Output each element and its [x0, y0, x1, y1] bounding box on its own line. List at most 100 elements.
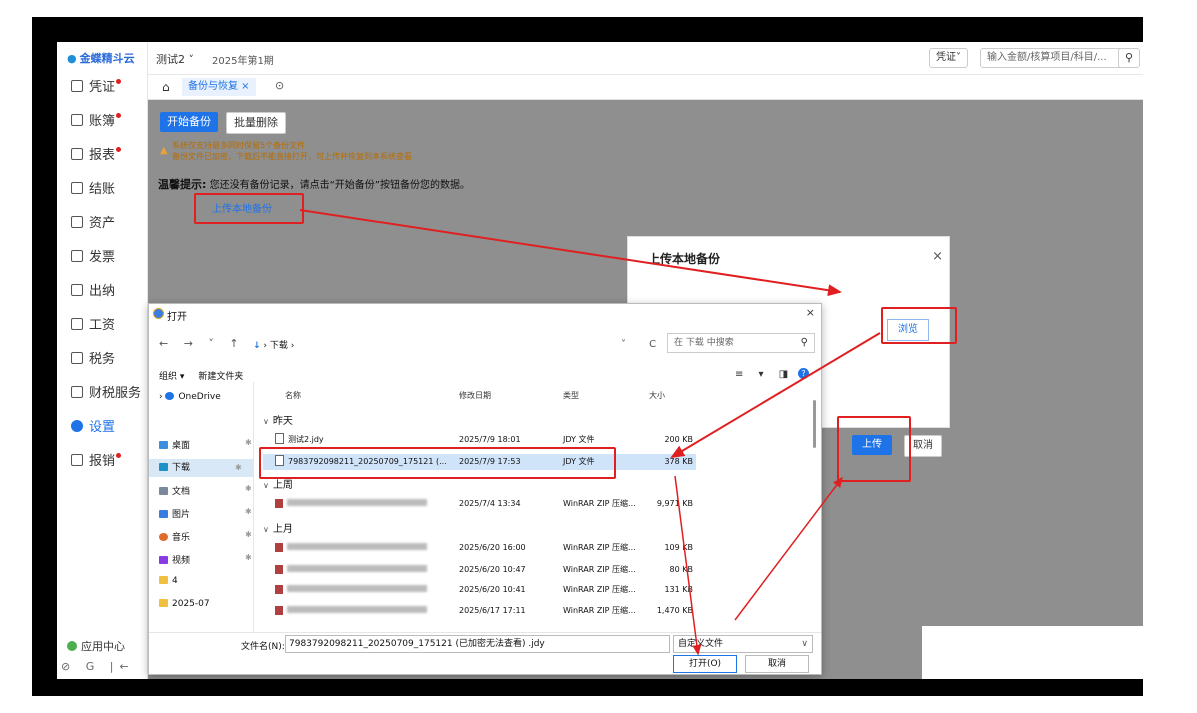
blurred-filename — [287, 585, 427, 592]
upload-dialog-title: 上传本地备份 — [648, 252, 721, 266]
browse-button[interactable]: 浏览 — [887, 319, 929, 341]
blurred-filename — [287, 565, 427, 572]
account-selector[interactable]: 测试2 ˅ — [156, 51, 194, 67]
group-last-month[interactable]: ∨ 上月 — [263, 520, 293, 535]
invoice-icon — [71, 250, 83, 262]
file-list: 名称 修改日期 类型 大小 ∨ 昨天 测试2.jdy 2025/7/9 18:01… — [255, 382, 815, 632]
notification-dot — [116, 147, 122, 152]
navigation-pane: › OneDrive 桌面 ✱ 下载 ✱ 文档 ✱ 图片 ✱ 音乐 ✱ 视频 ✱ 4 202… — [149, 382, 254, 632]
sidebar-item-ledger[interactable]: 账簿 — [71, 112, 122, 132]
chevron-down-icon: ∨ — [801, 639, 808, 649]
column-date[interactable]: 修改日期 — [459, 390, 491, 401]
warning-icon: ▲ — [160, 145, 168, 156]
filename-input[interactable]: 7983792098211_20250709_175121 (已加密无法查看) … — [285, 635, 670, 653]
backup-notice: ▲ 系统仅支持最多同时保留5个备份文件 备份文件已加密，下载后不能直接打开，可上… — [160, 140, 412, 162]
chevron-down-icon: ∨ — [263, 481, 269, 490]
view-options[interactable]: ≡ ▾ ◨ — [735, 369, 794, 380]
global-search-input[interactable]: 输入金额/核算项目/科目/... — [980, 48, 1128, 68]
notification-dot — [116, 79, 122, 84]
tab-backup-restore[interactable]: 备份与恢复 × — [182, 78, 256, 96]
voucher-dropdown[interactable]: 凭证˅ — [929, 48, 968, 68]
sidebar-item-documents[interactable]: 文档 ✱ — [159, 484, 252, 497]
sidebar-item-voucher[interactable]: 凭证 — [71, 78, 122, 98]
sidebar-item-folder-4[interactable]: 4 — [159, 576, 178, 586]
column-size[interactable]: 大小 — [649, 390, 665, 401]
file-row[interactable]: 测试2.jdy 2025/7/9 18:01 JDY 文件 200 KB — [263, 432, 696, 448]
sidebar: ● 金蝶精斗云 凭证 账簿 报表 结账 资产 发票 出纳 工资 税务 财税服务 设… — [57, 42, 148, 679]
assets-icon — [71, 216, 83, 228]
folder-search-input[interactable]: 在 下载 中搜索 ⚲ — [667, 333, 815, 353]
file-row[interactable]: 2025/6/17 17:11 WinRAR ZIP 压缩... 1,470 K… — [263, 603, 696, 619]
cancel-button[interactable]: 取消 — [745, 655, 809, 673]
notification-dot — [116, 453, 122, 458]
sidebar-item-pictures[interactable]: 图片 ✱ — [159, 507, 252, 520]
salary-icon — [71, 318, 83, 330]
organize-menu[interactable]: 组织 ▾ — [159, 372, 184, 382]
file-toolbar: 组织 ▾ 新建文件夹 — [159, 369, 257, 382]
help-icon[interactable]: ? — [798, 368, 809, 379]
close-icon[interactable]: × — [932, 249, 943, 264]
scrollbar[interactable] — [813, 400, 816, 448]
cancel-button[interactable]: 取消 — [904, 435, 942, 457]
sidebar-item-closing[interactable]: 结账 — [71, 180, 115, 200]
refresh-icon[interactable]: ˅ C — [621, 339, 666, 350]
start-backup-button[interactable]: 开始备份 — [160, 112, 218, 132]
header-bar: 测试2 ˅ 2025年第1期 凭证˅ 输入金额/核算项目/科目/... ⚲ — [148, 42, 1143, 75]
upload-local-backup-link[interactable]: 上传本地备份 — [212, 200, 272, 215]
filename-label: 文件名(N): — [241, 642, 285, 652]
period-label[interactable]: 2025年第1期 — [212, 52, 274, 67]
cashier-icon — [71, 284, 83, 296]
upload-button[interactable]: 上传 — [852, 435, 892, 455]
sidebar-item-onedrive[interactable]: › OneDrive — [159, 392, 221, 402]
new-folder-button[interactable]: 新建文件夹 — [198, 372, 243, 382]
sidebar-item-reimburse[interactable]: 报销 — [71, 452, 122, 472]
chevron-down-icon: ∨ — [263, 417, 269, 426]
nav-arrows[interactable]: ← → ˅ ↑ — [159, 337, 245, 350]
sidebar-item-downloads[interactable]: 下载 ✱ — [149, 459, 253, 477]
pin-icon: ✱ — [235, 463, 242, 472]
sidebar-item-cashier[interactable]: 出纳 — [71, 282, 115, 302]
group-yesterday[interactable]: ∨ 昨天 — [263, 412, 293, 427]
app-center-icon — [67, 641, 77, 651]
file-row-selected[interactable]: 7983792098211_20250709_175121 (... 2025/… — [263, 454, 696, 470]
file-row[interactable]: 2025/7/4 13:34 WinRAR ZIP 压缩... 9,971 KB — [263, 496, 696, 512]
sidebar-item-invoice[interactable]: 发票 — [71, 248, 115, 268]
sidebar-item-tax-services[interactable]: 财税服务 — [71, 384, 141, 404]
search-icon: ⚲ — [800, 337, 808, 348]
sidebar-item-desktop[interactable]: 桌面 ✱ — [159, 438, 252, 451]
sidebar-tools[interactable]: ⊘ G |← — [61, 660, 135, 673]
chevron-down-icon: ∨ — [263, 525, 269, 534]
column-type[interactable]: 类型 — [563, 390, 579, 401]
voucher-icon — [71, 80, 83, 92]
sidebar-item-tax[interactable]: 税务 — [71, 350, 115, 370]
group-last-week[interactable]: ∨ 上周 — [263, 476, 293, 491]
open-button[interactable]: 打开(O) — [673, 655, 737, 673]
tab-menu-icon[interactable]: ⊙ — [275, 79, 284, 92]
reimburse-icon — [71, 454, 83, 466]
folder-icon — [159, 599, 168, 607]
tax-services-icon — [71, 386, 83, 398]
sidebar-item-reports[interactable]: 报表 — [71, 146, 122, 166]
sidebar-item-music[interactable]: 音乐 ✱ — [159, 530, 252, 543]
desktop-icon — [159, 441, 168, 449]
file-row[interactable]: 2025/6/20 10:41 WinRAR ZIP 压缩... 131 KB — [263, 582, 696, 598]
sidebar-item-folder-2025-07[interactable]: 2025-07 — [159, 599, 210, 609]
column-name[interactable]: 名称 — [285, 390, 301, 401]
close-icon[interactable]: × — [806, 306, 815, 319]
app-logo: ● 金蝶精斗云 — [67, 52, 135, 65]
sidebar-item-settings[interactable]: 设置 — [71, 418, 115, 438]
sidebar-item-salary[interactable]: 工资 — [71, 316, 115, 336]
zip-icon — [275, 606, 283, 615]
sidebar-item-assets[interactable]: 资产 — [71, 214, 115, 234]
sidebar-item-videos[interactable]: 视频 ✱ — [159, 553, 252, 566]
filetype-select[interactable]: 自定义文件 ∨ — [673, 635, 813, 653]
app-center-link[interactable]: 应用中心 — [67, 638, 125, 654]
pin-icon: ✱ — [245, 484, 252, 493]
file-row[interactable]: 2025/6/20 16:00 WinRAR ZIP 压缩... 109 KB — [263, 540, 696, 556]
batch-delete-button[interactable]: 批量删除 — [226, 112, 286, 134]
breadcrumb[interactable]: ↓ › 下载 › — [253, 338, 294, 351]
search-icon[interactable]: ⚲ — [1118, 48, 1140, 68]
notice-line-2: 备份文件已加密，下载后不能直接打开，可上传并恢复到本系统查看 — [172, 152, 412, 161]
home-icon[interactable]: ⌂ — [162, 80, 170, 94]
file-row[interactable]: 2025/6/20 10:47 WinRAR ZIP 压缩... 80 KB — [263, 562, 696, 578]
